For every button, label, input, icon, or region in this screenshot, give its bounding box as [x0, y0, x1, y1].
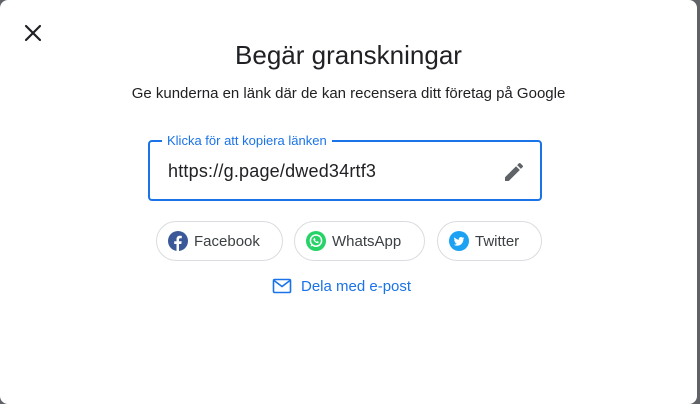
twitter-icon [449, 231, 469, 251]
dialog-title: Begär granskningar [235, 40, 462, 70]
facebook-share-button[interactable]: Facebook [156, 221, 283, 261]
review-link-label: Klicka för att kopiera länken [162, 132, 332, 150]
twitter-label: Twitter [475, 232, 520, 250]
mail-icon [272, 278, 292, 294]
share-email-label: Dela med e-post [301, 277, 412, 295]
request-reviews-dialog: Begär granskningar Ge kunderna en länk d… [0, 0, 697, 404]
twitter-share-button[interactable]: Twitter [437, 221, 542, 261]
whatsapp-share-button[interactable]: WhatsApp [294, 221, 425, 261]
share-email-link[interactable]: Dela med e-post [272, 276, 411, 296]
pencil-icon[interactable] [502, 160, 526, 184]
facebook-label: Facebook [194, 232, 260, 250]
dialog-subtitle: Ge kunderna en länk där de kan recensera… [131, 85, 566, 102]
facebook-icon [168, 231, 188, 251]
whatsapp-label: WhatsApp [332, 232, 402, 250]
whatsapp-icon [306, 231, 326, 251]
review-link-value[interactable]: https://g.page/dwed34rtf3 [168, 161, 376, 182]
review-link-field[interactable]: Klicka för att kopiera länken https://g.… [148, 132, 542, 201]
